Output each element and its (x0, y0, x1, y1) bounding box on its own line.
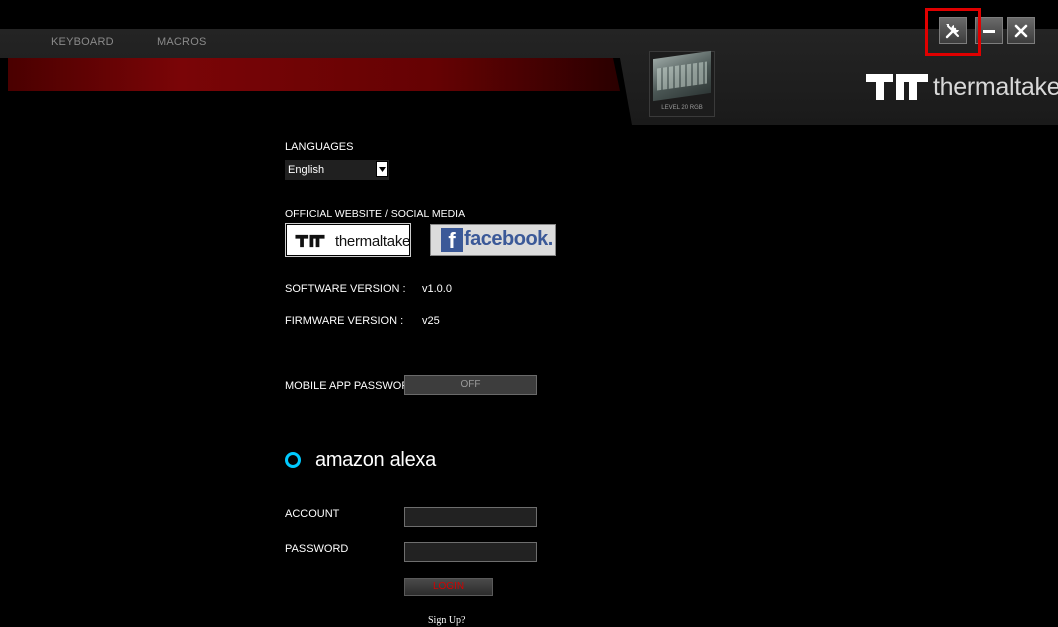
alexa-ring-icon (285, 452, 301, 468)
thermaltake-logo-icon (295, 234, 325, 248)
website-link-label: thermaltake (335, 233, 411, 250)
brand-wordmark: thermaltake (933, 73, 1058, 101)
settings-icon (945, 23, 959, 38)
software-version-value: v1.0.0 (422, 283, 452, 295)
tab-keyboard[interactable]: KEYBOARD (51, 36, 114, 48)
account-label: ACCOUNT (285, 508, 340, 520)
facebook-link[interactable]: f facebook. (430, 224, 556, 256)
password-label: PASSWORD (285, 543, 349, 555)
password-field[interactable] (404, 542, 537, 562)
signup-link[interactable]: Sign Up? (428, 615, 466, 626)
tab-macros[interactable]: MACROS (157, 36, 206, 48)
dropdown-arrow-icon[interactable] (376, 161, 388, 177)
software-version-label: SOFTWARE VERSION : (285, 283, 406, 295)
mobile-app-password-toggle[interactable]: OFF (404, 375, 537, 395)
thermaltake-website-link[interactable]: thermaltake (285, 223, 411, 257)
alexa-logo-text: amazon alexa (315, 449, 436, 471)
facebook-icon: f (441, 228, 463, 253)
firmware-version-label: FIRMWARE VERSION : (285, 315, 404, 327)
close-icon (1014, 24, 1028, 37)
login-button[interactable]: LOGIN (404, 578, 493, 596)
account-field[interactable] (404, 507, 537, 527)
social-media-label: OFFICIAL WEBSITE / SOCIAL MEDIA (285, 208, 466, 220)
device-thumbnail[interactable]: LEVEL 20 RGB (649, 50, 715, 117)
minimize-icon (983, 29, 995, 33)
thermaltake-logo-icon (866, 74, 928, 100)
device-name: LEVEL 20 RGB (661, 105, 703, 111)
firmware-version-value: v25 (422, 315, 440, 327)
header-accent-bar (8, 58, 620, 91)
language-selected-value: English (288, 164, 325, 176)
mobile-app-password-label: MOBILE APP PASSWOR (285, 380, 410, 392)
close-button[interactable] (1007, 17, 1035, 44)
title-strip (0, 0, 1058, 30)
languages-label: LANGUAGES (285, 141, 354, 153)
language-select[interactable]: English (285, 160, 389, 180)
minimize-button[interactable] (975, 17, 1003, 44)
settings-button[interactable] (939, 17, 967, 44)
facebook-link-label: facebook. (464, 228, 553, 250)
keyboard-image (653, 50, 711, 102)
